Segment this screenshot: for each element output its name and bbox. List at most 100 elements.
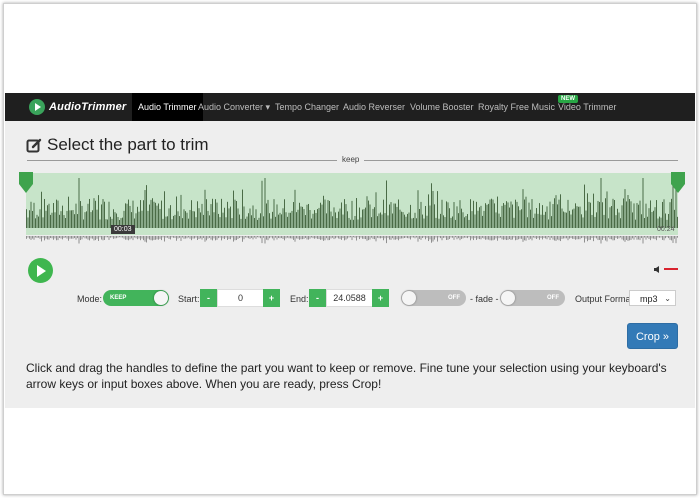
nav-royalty-free-music[interactable]: Royalty Free Music — [478, 93, 555, 121]
waveform-reflection-bar — [485, 236, 486, 240]
waveform-bar — [500, 216, 501, 228]
waveform-bar — [555, 195, 557, 228]
volume-slider[interactable] — [664, 268, 678, 270]
waveform-bar — [45, 210, 47, 228]
waveform-bar — [395, 203, 396, 228]
end-handle[interactable] — [671, 172, 685, 193]
chevron-down-icon: ⌄ — [664, 294, 671, 303]
waveform-reflection-bar — [396, 236, 398, 240]
waveform-bar — [621, 205, 623, 228]
speaker-icon[interactable] — [654, 266, 662, 273]
waveform-reflection-bar — [506, 236, 507, 241]
waveform-bar — [546, 206, 548, 228]
waveform-reflection-bar — [174, 236, 176, 238]
waveform-reflection-bar — [290, 236, 291, 239]
waveform-bar — [419, 208, 420, 228]
waveform-reflection-bar — [482, 236, 483, 238]
end-minus-button[interactable]: - — [309, 289, 326, 307]
waveform-reflection-bar — [504, 236, 506, 240]
mode-toggle-text: KEEP — [110, 295, 127, 301]
waveform-bar — [225, 217, 227, 228]
waveform-bar — [302, 206, 303, 228]
fade-in-toggle[interactable]: OFF — [401, 290, 466, 306]
nav-audio-trimmer[interactable]: Audio Trimmer — [132, 93, 203, 121]
waveform-reflection-bar — [477, 236, 479, 239]
waveform-reflection-bar — [510, 236, 512, 240]
waveform-bar — [147, 210, 149, 228]
waveform-bar — [96, 209, 98, 228]
waveform-reflection-bar — [638, 236, 639, 240]
waveform-reflection-bar — [198, 236, 200, 239]
waveform-bar — [305, 215, 306, 228]
waveform-bar — [77, 214, 78, 228]
waveform-reflection-bar — [407, 236, 408, 239]
waveform-bar — [336, 217, 338, 228]
waveform-reflection-bar — [423, 236, 425, 238]
fade-out-toggle[interactable]: OFF — [500, 290, 565, 306]
waveform-bar — [429, 205, 431, 228]
waveform-reflection-bar — [470, 236, 471, 241]
waveform-bar — [638, 204, 639, 228]
end-input[interactable]: 24.0588 — [326, 289, 373, 307]
waveform-reflection-bar — [42, 236, 44, 238]
waveform-bar — [579, 206, 581, 228]
start-plus-button[interactable]: + — [263, 289, 280, 307]
waveform-bar — [240, 218, 242, 228]
start-input[interactable]: 0 — [217, 289, 264, 307]
waveform-bar — [257, 219, 258, 228]
waveform-reflection-bar — [212, 236, 213, 241]
waveform-reflection-bar — [507, 236, 509, 240]
start-handle[interactable] — [19, 172, 33, 193]
waveform-bar — [465, 216, 467, 228]
waveform-bar — [615, 215, 617, 228]
output-format-select[interactable]: mp3 ⌄ — [629, 290, 676, 306]
crop-button[interactable]: Crop » — [627, 323, 678, 349]
waveform-bar — [519, 210, 521, 228]
waveform-bar — [54, 212, 56, 228]
waveform-reflection-bar — [573, 236, 575, 239]
waveform-bar — [203, 214, 204, 228]
waveform-bar — [527, 217, 528, 228]
waveform-bar — [83, 219, 84, 228]
waveform-reflection-bar — [551, 236, 552, 238]
waveform-bar — [68, 196, 69, 228]
waveform-bar — [444, 217, 446, 228]
waveform-graph[interactable] — [26, 173, 678, 245]
waveform-bar — [287, 216, 288, 228]
waveform-reflection-bar — [483, 236, 485, 239]
mode-toggle[interactable]: KEEP — [103, 290, 169, 306]
waveform-reflection-bar — [567, 236, 569, 241]
waveform-bar — [270, 218, 272, 228]
waveform-reflection-bar — [122, 236, 123, 238]
waveform-reflection-bar — [71, 236, 72, 239]
waveform-reflection-bar — [176, 236, 177, 241]
waveform-reflection-bar — [192, 236, 194, 239]
site-logo[interactable]: AudioTrimmer — [29, 99, 126, 115]
waveform-reflection-bar — [207, 236, 209, 239]
play-button[interactable] — [28, 258, 53, 283]
waveform-bar — [101, 204, 102, 228]
waveform-reflection-bar — [644, 236, 645, 238]
waveform-bar — [71, 210, 72, 228]
nav-audio-reverser[interactable]: Audio Reverser — [343, 93, 405, 121]
waveform-reflection-bar — [38, 236, 39, 238]
waveform-reflection-bar — [635, 236, 636, 238]
end-plus-button[interactable]: + — [372, 289, 389, 307]
waveform-bar — [89, 198, 90, 228]
waveform-reflection-bar — [363, 236, 365, 239]
start-minus-button[interactable]: - — [200, 289, 217, 307]
waveform-bar — [351, 200, 353, 228]
waveform-reflection-bar — [591, 236, 593, 238]
current-time-label: 00:03 — [111, 225, 135, 234]
waveform-bar — [513, 217, 515, 228]
nav-tempo-changer[interactable]: Tempo Changer — [275, 93, 339, 121]
waveform-reflection-bar — [194, 236, 195, 239]
waveform-reflection-bar — [561, 236, 563, 239]
waveform-bar — [158, 203, 159, 228]
waveform-reflection-bar — [164, 236, 165, 242]
waveform-bar — [219, 217, 221, 228]
nav-volume-booster[interactable]: Volume Booster — [410, 93, 474, 121]
waveform-bar — [186, 212, 188, 228]
nav-audio-converter[interactable]: Audio Converter ▾ — [198, 93, 270, 121]
waveform-reflection-bar — [86, 236, 87, 239]
